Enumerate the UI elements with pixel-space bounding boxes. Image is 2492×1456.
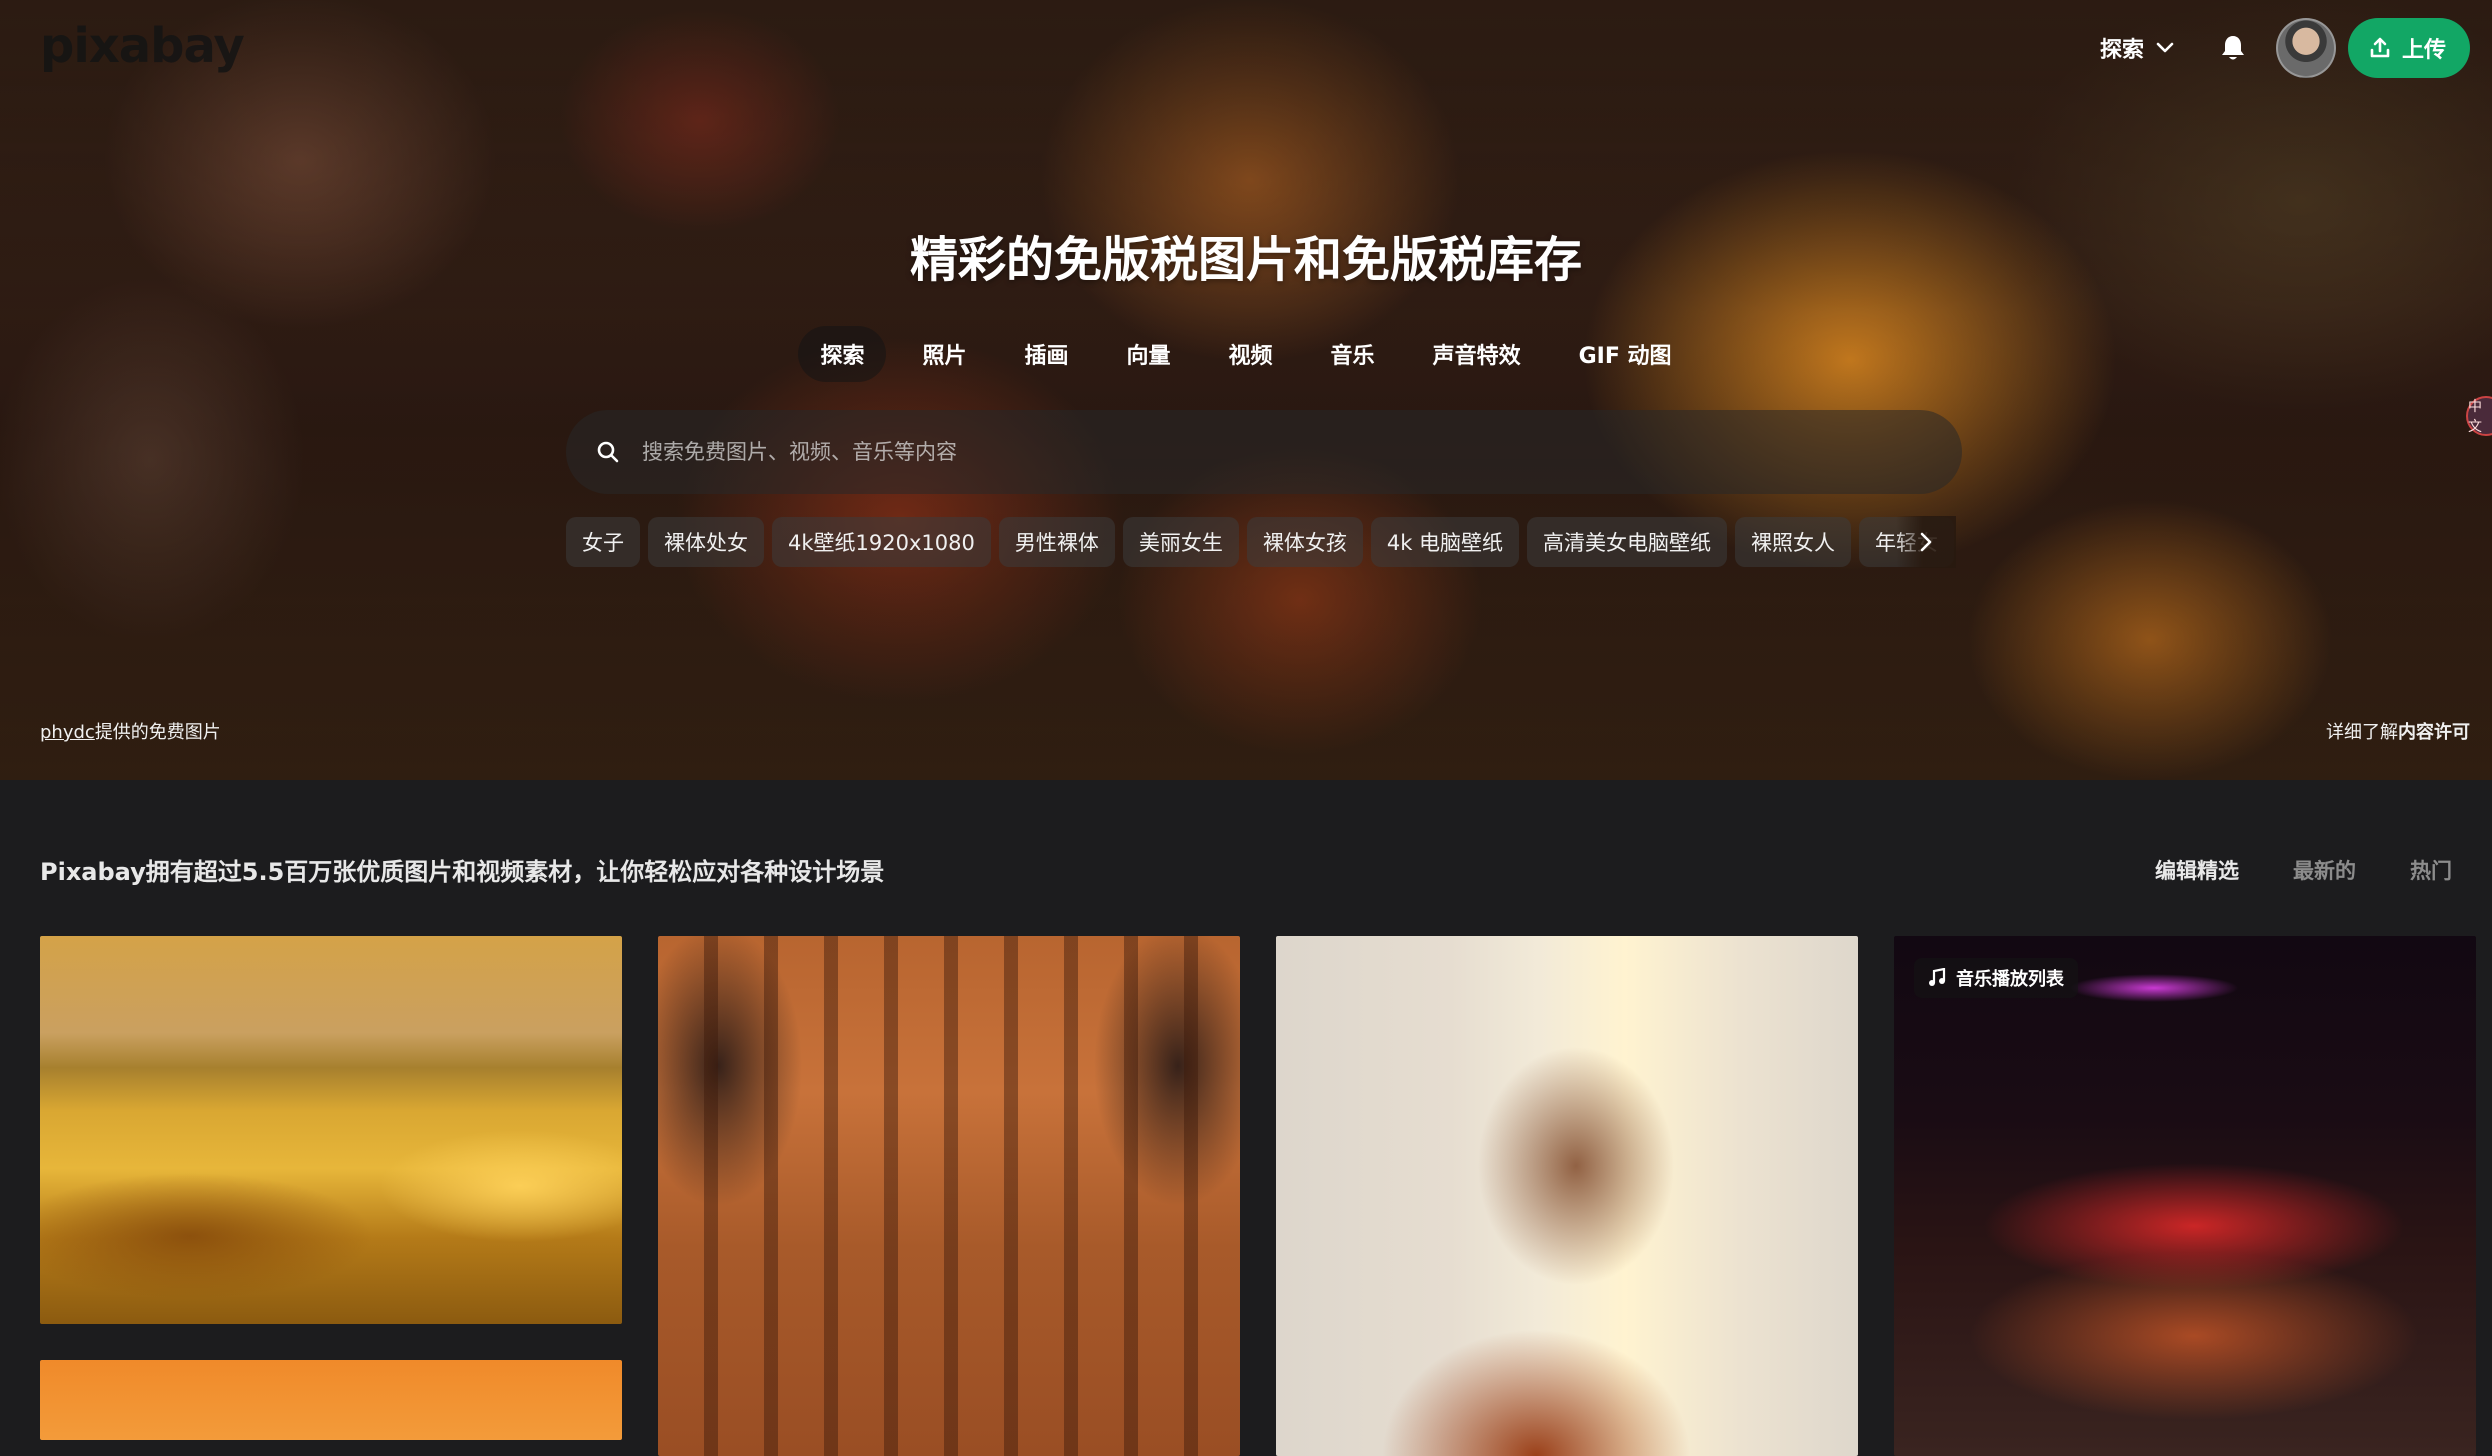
tab-vectors[interactable]: 向量 — [1105, 326, 1193, 382]
search-chip[interactable]: 美丽女生 — [1122, 517, 1239, 567]
chevron-right-icon — [1920, 532, 1932, 552]
image-credit: phydc提供的免费图片 — [40, 718, 221, 744]
gallery-title: Pixabay拥有超过5.5百万张优质图片和视频素材，让你轻松应对各种设计场景 — [40, 858, 885, 886]
image-card-orange[interactable] — [40, 1360, 622, 1440]
search-chip[interactable]: 4k壁纸1920x1080 — [772, 517, 991, 567]
sort-tab-editors-choice[interactable]: 编辑精选 — [2155, 855, 2239, 885]
image-card-church[interactable] — [658, 936, 1240, 1456]
credit-text: 提供的免费图片 — [94, 722, 221, 743]
sort-tab-trending[interactable]: 热门 — [2410, 855, 2452, 885]
header-actions: 探索 上传 — [2100, 18, 2470, 78]
search-chip[interactable]: 男性裸体 — [998, 517, 1115, 567]
image-card-desert[interactable] — [40, 936, 622, 1324]
tab-music[interactable]: 音乐 — [1309, 326, 1397, 382]
search-chip[interactable]: 裸体女孩 — [1246, 517, 1363, 567]
bell-icon — [2221, 36, 2244, 60]
tab-sound-effects[interactable]: 声音特效 — [1411, 326, 1543, 382]
search-chip[interactable]: 女子 — [566, 517, 640, 567]
music-playlist-label: 音乐播放列表 — [1956, 969, 2064, 990]
search-chip[interactable]: 4k 电脑壁纸 — [1370, 517, 1520, 567]
upload-icon — [2370, 37, 2390, 58]
music-playlist-badge: 音乐播放列表 — [1914, 958, 2078, 998]
credit-author-link[interactable]: phydc — [40, 722, 95, 743]
search-bar[interactable] — [566, 410, 1962, 494]
suggested-searches: 女子 裸体处女 4k壁纸1920x1080 男性裸体 美丽女生 裸体女孩 4k … — [566, 516, 1956, 568]
hero-title: 精彩的免版税图片和免版税库存 — [909, 232, 1582, 288]
user-avatar[interactable] — [2275, 18, 2336, 78]
search-chip[interactable]: 高清美女电脑壁纸 — [1527, 517, 1728, 567]
language-side-tab[interactable]: 中文 — [2466, 396, 2492, 436]
tab-explore[interactable]: 探索 — [798, 326, 887, 382]
sort-tab-latest[interactable]: 最新的 — [2293, 855, 2356, 885]
search-chip[interactable]: 裸体处女 — [648, 517, 764, 567]
explore-menu[interactable]: 探索 — [2100, 32, 2174, 64]
image-card-monk[interactable] — [1276, 936, 1858, 1456]
sort-tabs: 编辑精选 最新的 热门 — [2155, 855, 2452, 885]
search-input[interactable] — [640, 439, 1840, 465]
license-note: 详细了解内容许可 — [2326, 718, 2470, 744]
upload-button-label: 上传 — [2401, 38, 2446, 63]
media-type-tabs: 探索 照片 插画 向量 视频 音乐 声音特效 GIF 动图 — [0, 326, 2492, 382]
chevron-down-icon — [2156, 42, 2174, 53]
notifications-button[interactable] — [2220, 34, 2246, 62]
gallery-header: Pixabay拥有超过5.5百万张优质图片和视频素材，让你轻松应对各种设计场景 … — [40, 852, 2452, 887]
license-prefix: 详细了解 — [2326, 722, 2398, 743]
explore-menu-label: 探索 — [2099, 38, 2144, 63]
tab-gifs[interactable]: GIF 动图 — [1557, 326, 1694, 382]
chips-scroll-right-button[interactable] — [1896, 516, 1956, 568]
tab-photos[interactable]: 照片 — [900, 326, 988, 382]
search-icon — [597, 441, 619, 463]
tab-videos[interactable]: 视频 — [1207, 326, 1295, 382]
music-note-icon — [1929, 968, 1946, 986]
license-link[interactable]: 内容许可 — [2398, 722, 2470, 743]
tab-illustrations[interactable]: 插画 — [1003, 326, 1091, 382]
search-chip[interactable]: 裸照女人 — [1735, 517, 1852, 567]
pixabay-logo[interactable]: pixabay — [40, 18, 245, 74]
upload-button[interactable]: 上传 — [2347, 18, 2470, 78]
hero-banner: pixabay 探索 上传 精彩的免版税图片和免版税库存 探索 照片 插画 向量… — [0, 0, 2492, 780]
music-playlist-card[interactable]: 音乐播放列表 — [1894, 936, 2476, 1456]
